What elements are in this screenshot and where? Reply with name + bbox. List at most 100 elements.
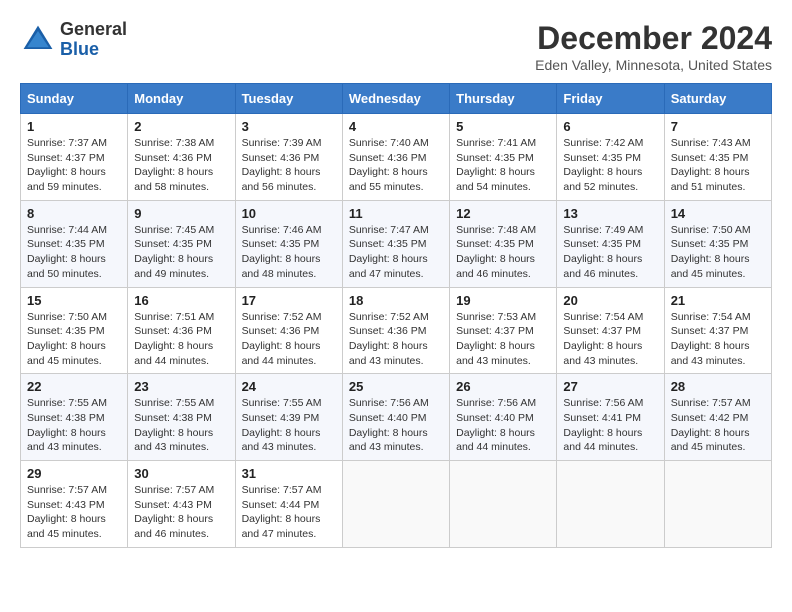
page-title: December 2024 bbox=[535, 20, 772, 57]
calendar-cell: 10 Sunrise: 7:46 AM Sunset: 4:35 PM Dayl… bbox=[235, 200, 342, 287]
day-detail: Sunrise: 7:50 AM Sunset: 4:35 PM Dayligh… bbox=[671, 223, 765, 282]
day-number: 4 bbox=[349, 119, 443, 134]
day-detail: Sunrise: 7:52 AM Sunset: 4:36 PM Dayligh… bbox=[242, 310, 336, 369]
day-number: 12 bbox=[456, 206, 550, 221]
day-number: 21 bbox=[671, 293, 765, 308]
calendar-week-row: 8 Sunrise: 7:44 AM Sunset: 4:35 PM Dayli… bbox=[21, 200, 772, 287]
day-detail: Sunrise: 7:54 AM Sunset: 4:37 PM Dayligh… bbox=[671, 310, 765, 369]
calendar-cell: 27 Sunrise: 7:56 AM Sunset: 4:41 PM Dayl… bbox=[557, 374, 664, 461]
calendar-cell: 11 Sunrise: 7:47 AM Sunset: 4:35 PM Dayl… bbox=[342, 200, 449, 287]
day-number: 17 bbox=[242, 293, 336, 308]
calendar-day-header: Friday bbox=[557, 84, 664, 114]
calendar-cell bbox=[450, 461, 557, 548]
calendar-cell bbox=[557, 461, 664, 548]
day-number: 19 bbox=[456, 293, 550, 308]
day-number: 14 bbox=[671, 206, 765, 221]
calendar-week-row: 1 Sunrise: 7:37 AM Sunset: 4:37 PM Dayli… bbox=[21, 114, 772, 201]
day-number: 13 bbox=[563, 206, 657, 221]
day-detail: Sunrise: 7:55 AM Sunset: 4:39 PM Dayligh… bbox=[242, 396, 336, 455]
calendar-cell: 29 Sunrise: 7:57 AM Sunset: 4:43 PM Dayl… bbox=[21, 461, 128, 548]
calendar-cell: 12 Sunrise: 7:48 AM Sunset: 4:35 PM Dayl… bbox=[450, 200, 557, 287]
calendar-cell: 4 Sunrise: 7:40 AM Sunset: 4:36 PM Dayli… bbox=[342, 114, 449, 201]
calendar-cell: 7 Sunrise: 7:43 AM Sunset: 4:35 PM Dayli… bbox=[664, 114, 771, 201]
day-number: 7 bbox=[671, 119, 765, 134]
calendar-cell: 16 Sunrise: 7:51 AM Sunset: 4:36 PM Dayl… bbox=[128, 287, 235, 374]
calendar-day-header: Sunday bbox=[21, 84, 128, 114]
calendar-cell: 18 Sunrise: 7:52 AM Sunset: 4:36 PM Dayl… bbox=[342, 287, 449, 374]
day-detail: Sunrise: 7:57 AM Sunset: 4:43 PM Dayligh… bbox=[134, 483, 228, 542]
calendar-table: SundayMondayTuesdayWednesdayThursdayFrid… bbox=[20, 83, 772, 548]
day-number: 31 bbox=[242, 466, 336, 481]
day-detail: Sunrise: 7:51 AM Sunset: 4:36 PM Dayligh… bbox=[134, 310, 228, 369]
calendar-day-header: Thursday bbox=[450, 84, 557, 114]
calendar-cell: 26 Sunrise: 7:56 AM Sunset: 4:40 PM Dayl… bbox=[450, 374, 557, 461]
day-detail: Sunrise: 7:40 AM Sunset: 4:36 PM Dayligh… bbox=[349, 136, 443, 195]
page-subtitle: Eden Valley, Minnesota, United States bbox=[535, 57, 772, 73]
day-number: 24 bbox=[242, 379, 336, 394]
day-detail: Sunrise: 7:53 AM Sunset: 4:37 PM Dayligh… bbox=[456, 310, 550, 369]
day-number: 9 bbox=[134, 206, 228, 221]
day-detail: Sunrise: 7:54 AM Sunset: 4:37 PM Dayligh… bbox=[563, 310, 657, 369]
day-detail: Sunrise: 7:57 AM Sunset: 4:42 PM Dayligh… bbox=[671, 396, 765, 455]
calendar-cell: 13 Sunrise: 7:49 AM Sunset: 4:35 PM Dayl… bbox=[557, 200, 664, 287]
day-detail: Sunrise: 7:48 AM Sunset: 4:35 PM Dayligh… bbox=[456, 223, 550, 282]
page-header: General Blue December 2024 Eden Valley, … bbox=[20, 20, 772, 73]
calendar-day-header: Saturday bbox=[664, 84, 771, 114]
day-number: 30 bbox=[134, 466, 228, 481]
logo-text: General Blue bbox=[60, 20, 127, 60]
day-number: 5 bbox=[456, 119, 550, 134]
calendar-cell: 15 Sunrise: 7:50 AM Sunset: 4:35 PM Dayl… bbox=[21, 287, 128, 374]
calendar-cell: 9 Sunrise: 7:45 AM Sunset: 4:35 PM Dayli… bbox=[128, 200, 235, 287]
day-number: 22 bbox=[27, 379, 121, 394]
day-number: 8 bbox=[27, 206, 121, 221]
day-number: 10 bbox=[242, 206, 336, 221]
calendar-cell: 6 Sunrise: 7:42 AM Sunset: 4:35 PM Dayli… bbox=[557, 114, 664, 201]
day-number: 16 bbox=[134, 293, 228, 308]
logo: General Blue bbox=[20, 20, 127, 60]
calendar-week-row: 22 Sunrise: 7:55 AM Sunset: 4:38 PM Dayl… bbox=[21, 374, 772, 461]
calendar-cell: 28 Sunrise: 7:57 AM Sunset: 4:42 PM Dayl… bbox=[664, 374, 771, 461]
day-detail: Sunrise: 7:42 AM Sunset: 4:35 PM Dayligh… bbox=[563, 136, 657, 195]
calendar-cell: 25 Sunrise: 7:56 AM Sunset: 4:40 PM Dayl… bbox=[342, 374, 449, 461]
calendar-cell: 31 Sunrise: 7:57 AM Sunset: 4:44 PM Dayl… bbox=[235, 461, 342, 548]
calendar-cell bbox=[342, 461, 449, 548]
calendar-cell: 5 Sunrise: 7:41 AM Sunset: 4:35 PM Dayli… bbox=[450, 114, 557, 201]
calendar-week-row: 29 Sunrise: 7:57 AM Sunset: 4:43 PM Dayl… bbox=[21, 461, 772, 548]
day-detail: Sunrise: 7:55 AM Sunset: 4:38 PM Dayligh… bbox=[134, 396, 228, 455]
calendar-cell: 23 Sunrise: 7:55 AM Sunset: 4:38 PM Dayl… bbox=[128, 374, 235, 461]
day-number: 15 bbox=[27, 293, 121, 308]
day-number: 23 bbox=[134, 379, 228, 394]
day-detail: Sunrise: 7:55 AM Sunset: 4:38 PM Dayligh… bbox=[27, 396, 121, 455]
day-detail: Sunrise: 7:49 AM Sunset: 4:35 PM Dayligh… bbox=[563, 223, 657, 282]
day-detail: Sunrise: 7:43 AM Sunset: 4:35 PM Dayligh… bbox=[671, 136, 765, 195]
calendar-day-header: Monday bbox=[128, 84, 235, 114]
day-number: 28 bbox=[671, 379, 765, 394]
day-detail: Sunrise: 7:57 AM Sunset: 4:43 PM Dayligh… bbox=[27, 483, 121, 542]
calendar-cell: 17 Sunrise: 7:52 AM Sunset: 4:36 PM Dayl… bbox=[235, 287, 342, 374]
calendar-cell: 19 Sunrise: 7:53 AM Sunset: 4:37 PM Dayl… bbox=[450, 287, 557, 374]
day-detail: Sunrise: 7:56 AM Sunset: 4:41 PM Dayligh… bbox=[563, 396, 657, 455]
calendar-header-row: SundayMondayTuesdayWednesdayThursdayFrid… bbox=[21, 84, 772, 114]
calendar-cell: 8 Sunrise: 7:44 AM Sunset: 4:35 PM Dayli… bbox=[21, 200, 128, 287]
calendar-cell: 1 Sunrise: 7:37 AM Sunset: 4:37 PM Dayli… bbox=[21, 114, 128, 201]
day-detail: Sunrise: 7:44 AM Sunset: 4:35 PM Dayligh… bbox=[27, 223, 121, 282]
day-detail: Sunrise: 7:38 AM Sunset: 4:36 PM Dayligh… bbox=[134, 136, 228, 195]
day-number: 18 bbox=[349, 293, 443, 308]
calendar-cell: 14 Sunrise: 7:50 AM Sunset: 4:35 PM Dayl… bbox=[664, 200, 771, 287]
day-detail: Sunrise: 7:45 AM Sunset: 4:35 PM Dayligh… bbox=[134, 223, 228, 282]
day-detail: Sunrise: 7:56 AM Sunset: 4:40 PM Dayligh… bbox=[456, 396, 550, 455]
day-detail: Sunrise: 7:56 AM Sunset: 4:40 PM Dayligh… bbox=[349, 396, 443, 455]
day-number: 29 bbox=[27, 466, 121, 481]
logo-icon bbox=[20, 22, 56, 58]
calendar-cell: 3 Sunrise: 7:39 AM Sunset: 4:36 PM Dayli… bbox=[235, 114, 342, 201]
day-detail: Sunrise: 7:37 AM Sunset: 4:37 PM Dayligh… bbox=[27, 136, 121, 195]
day-number: 6 bbox=[563, 119, 657, 134]
calendar-cell: 21 Sunrise: 7:54 AM Sunset: 4:37 PM Dayl… bbox=[664, 287, 771, 374]
calendar-cell bbox=[664, 461, 771, 548]
day-number: 3 bbox=[242, 119, 336, 134]
calendar-day-header: Tuesday bbox=[235, 84, 342, 114]
day-number: 1 bbox=[27, 119, 121, 134]
day-number: 27 bbox=[563, 379, 657, 394]
day-detail: Sunrise: 7:41 AM Sunset: 4:35 PM Dayligh… bbox=[456, 136, 550, 195]
day-detail: Sunrise: 7:39 AM Sunset: 4:36 PM Dayligh… bbox=[242, 136, 336, 195]
